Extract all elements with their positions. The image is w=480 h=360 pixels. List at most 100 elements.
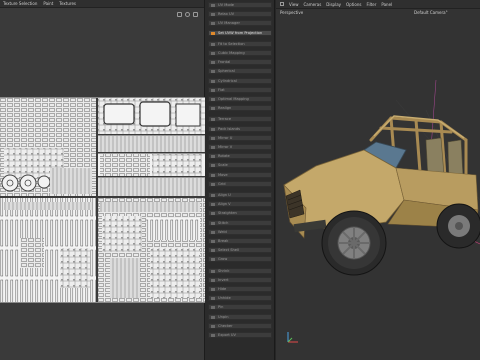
tool-icon	[211, 79, 215, 83]
tool-item-label: Invert	[218, 277, 229, 282]
tool-item[interactable]: Break	[208, 238, 272, 244]
tool-item[interactable]: Checker	[208, 322, 272, 329]
menu-textures[interactable]: Textures	[59, 1, 76, 6]
tool-icon	[211, 107, 215, 111]
tool-icon	[211, 31, 215, 35]
tool-item-label: Straighten	[218, 211, 237, 216]
tool-icon	[211, 13, 215, 17]
tool-item[interactable]: Fit to Selection	[208, 40, 272, 47]
tool-item[interactable]: Mirror U	[208, 134, 272, 141]
zoom-icon[interactable]	[185, 11, 190, 17]
tool-item-label: Shrink	[218, 268, 230, 273]
tool-item[interactable]: Grow	[208, 256, 272, 263]
rear-wheel	[436, 203, 480, 249]
tool-icon	[211, 42, 215, 46]
tool-item-label: Select Shell	[218, 248, 239, 253]
tool-item[interactable]: Cylindrical	[208, 77, 272, 84]
tool-icon	[211, 70, 215, 74]
tool-icon	[211, 324, 215, 328]
tool-icon	[211, 88, 215, 92]
tool-item[interactable]: Relax UV	[208, 11, 272, 18]
tool-item[interactable]: Flat	[208, 86, 272, 93]
move-icon[interactable]	[177, 11, 182, 17]
menu-texture-selection[interactable]: Texture Selection	[3, 1, 37, 6]
tool-item[interactable]: Select Shell	[208, 247, 272, 254]
axis-gizmo	[287, 332, 298, 343]
tool-item[interactable]: Mirror V	[208, 144, 272, 150]
tool-item[interactable]: Invert	[208, 276, 272, 283]
tool-item[interactable]: Spherical	[208, 68, 272, 75]
tool-item[interactable]: Set UVW from Projection	[208, 29, 272, 36]
tool-icon	[211, 269, 215, 273]
tool-item[interactable]: Export UV	[208, 332, 272, 338]
tool-item-label: Stitch	[218, 220, 229, 225]
tool-item-label: Checker	[218, 323, 233, 328]
tool-icon	[211, 297, 215, 301]
tool-item-label: Optimal Mapping	[218, 97, 249, 101]
tool-icon	[211, 4, 215, 7]
tool-item-label: Scale	[218, 163, 228, 168]
tool-item[interactable]: Grid	[208, 180, 272, 187]
vehicle-model[interactable]	[276, 0, 480, 360]
tool-icon	[211, 240, 215, 243]
tool-item[interactable]: Align U	[208, 192, 272, 198]
tool-item-label: Align U	[218, 193, 231, 197]
tool-item[interactable]: Align V	[208, 201, 272, 208]
tool-item[interactable]: Pack Islands	[208, 125, 272, 132]
tool-item-label: Mirror V	[218, 145, 233, 149]
tool-icon	[211, 52, 215, 55]
tool-item-label: Fit to Selection	[218, 41, 245, 46]
tool-item[interactable]: Unpin	[208, 313, 272, 320]
tool-item[interactable]: Pin	[208, 304, 272, 311]
uv-canvas[interactable]	[0, 97, 205, 303]
tool-item-label: Realign	[218, 106, 232, 111]
tool-item[interactable]: Cubic Mapping	[208, 50, 272, 56]
tool-item-label: Unpin	[218, 314, 229, 319]
tool-item-label: Relax UV	[218, 12, 235, 17]
tool-icon	[211, 212, 215, 216]
tool-item-label: Pack Islands	[218, 126, 240, 131]
tool-item[interactable]: Unhide	[208, 295, 272, 302]
tool-item[interactable]: Shrink	[208, 267, 272, 274]
tool-item-label: Pin	[218, 305, 224, 310]
tool-item-label: Weld	[218, 229, 227, 234]
tool-item[interactable]: Terrace	[208, 116, 272, 123]
tool-item[interactable]: Move	[208, 171, 272, 178]
tool-icon	[211, 127, 215, 131]
tool-item[interactable]: Frontal	[208, 59, 272, 66]
tool-item[interactable]: Stitch	[208, 219, 272, 226]
tool-icon	[211, 315, 215, 319]
tool-item[interactable]: Weld	[208, 228, 272, 235]
tool-item-label: UV Mode	[218, 3, 235, 7]
uv-editor-menubar: Texture Selection Paint Textures	[0, 0, 204, 8]
tool-icon	[211, 146, 215, 149]
tool-item[interactable]: UV Mode	[208, 2, 272, 8]
tool-item-label: Align V	[218, 202, 231, 207]
uv-tool-list: UV Mode Relax UV UV Manager Set UVW from Pr…	[205, 0, 275, 360]
tool-icon	[211, 194, 215, 197]
tool-item-label: Terrace	[218, 117, 232, 122]
viewport-3d[interactable]: View Cameras Display Options Filter Pane…	[276, 0, 480, 360]
tool-item-label: Break	[218, 239, 229, 243]
tool-item[interactable]: Rotate	[208, 153, 272, 160]
uv-editor-panel: Texture Selection Paint Textures	[0, 0, 205, 360]
tool-item[interactable]: Straighten	[208, 210, 272, 217]
tool-item-label: Spherical	[218, 69, 235, 74]
frame-icon[interactable]	[193, 11, 198, 17]
tool-item-label: Flat	[218, 87, 225, 92]
tool-icon	[211, 182, 215, 186]
tool-icon	[211, 203, 215, 207]
menu-paint[interactable]: Paint	[43, 1, 53, 6]
tool-item-label: Hide	[218, 287, 227, 291]
tool-item[interactable]: Scale	[208, 162, 272, 169]
tool-item-label: Frontal	[218, 60, 231, 65]
tool-item[interactable]: Optimal Mapping	[208, 96, 272, 102]
tool-item-label: UV Manager	[218, 21, 240, 26]
tool-item[interactable]: Realign	[208, 105, 272, 112]
tool-item[interactable]: Hide	[208, 286, 272, 292]
tool-item[interactable]: UV Manager	[208, 20, 272, 27]
tool-icon	[211, 306, 215, 310]
front-wheel	[321, 210, 387, 276]
tool-item-label: Grow	[218, 257, 228, 262]
uv-toolbar	[0, 8, 204, 20]
